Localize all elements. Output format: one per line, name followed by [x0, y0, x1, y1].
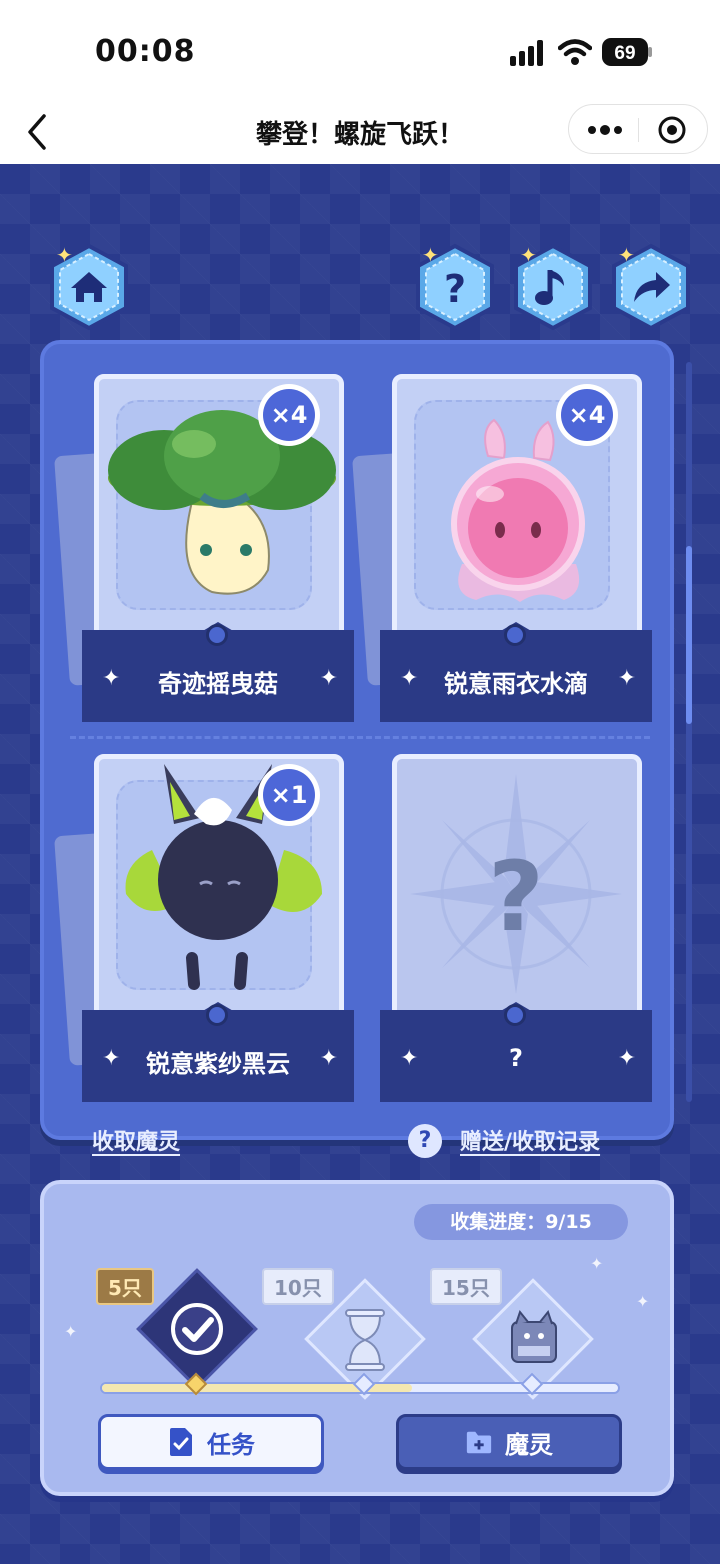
svg-text:✦: ✦	[520, 243, 537, 267]
count-badge: ×1	[258, 764, 320, 826]
reward-tier-3-tag: 15只	[430, 1268, 502, 1305]
music-note-icon: ✦	[514, 243, 592, 331]
battery-icon: 69	[602, 38, 654, 66]
help-icon: ? ✦	[416, 243, 494, 331]
spirit-name: ?	[509, 1044, 523, 1072]
hourglass-icon	[345, 1309, 385, 1371]
sparkle-icon: ✦	[617, 1046, 636, 1071]
home-button[interactable]: ✦	[44, 242, 134, 332]
spirit-button[interactable]: 魔灵	[396, 1414, 622, 1470]
game-area: ✦ ? ✦ ✦ ✦ ×4 ✦ 奇迹摇曳菇 ✦ ×4 ✦ 锐意雨衣水滴 ✦ ×1 …	[0, 164, 720, 1564]
sparkle-icon: ✦	[636, 1292, 650, 1311]
task-button-label: 任务	[207, 1430, 255, 1459]
reward-tier-1-tag: 5只	[96, 1268, 154, 1305]
locked-compass-emblem: ?	[410, 774, 622, 994]
gift-records-link[interactable]: 赠送/收取记录	[460, 1124, 600, 1156]
collection-progress: 收集进度：9/15	[414, 1204, 628, 1240]
more-menu-icon[interactable]	[583, 115, 627, 145]
home-icon: ✦	[50, 243, 128, 331]
spirit-card-4-locked[interactable]: ? ✦ ? ✦	[380, 754, 652, 1104]
svg-text:✦: ✦	[618, 243, 635, 267]
svg-text:✦: ✦	[422, 243, 439, 267]
share-button[interactable]: ✦	[606, 242, 696, 332]
scrollbar-track[interactable]	[686, 362, 692, 1102]
signal-icon	[510, 40, 543, 66]
sparkle-icon: ✦	[617, 666, 636, 691]
battery-level: 69	[614, 43, 635, 64]
spirit-name: 奇迹摇曳菇	[158, 670, 278, 698]
spirit-card-2[interactable]: ×4 ✦ 锐意雨衣水滴 ✦	[352, 374, 652, 724]
svg-text:✦: ✦	[56, 243, 73, 267]
banner-gem	[206, 1004, 228, 1026]
task-document-icon	[170, 1428, 192, 1456]
banner-gem	[206, 624, 228, 646]
add-folder-icon	[466, 1431, 492, 1454]
nav-bar: 攀登！螺旋飞跃！	[0, 100, 720, 164]
count-badge: ×4	[258, 384, 320, 446]
cat-food-box-icon	[511, 1309, 557, 1363]
count-badge: ×4	[556, 384, 618, 446]
mini-program-capsule	[568, 104, 708, 154]
close-mini-program-icon[interactable]	[657, 115, 687, 145]
share-arrow-icon: ✦	[612, 243, 690, 331]
card-row-divider	[70, 736, 650, 739]
status-time: 00:08	[95, 34, 196, 69]
spirit-card-3[interactable]: ×1 ✦ 锐意紫纱黑云 ✦	[54, 754, 354, 1104]
collect-spirit-link[interactable]: 收取魔灵	[92, 1124, 180, 1156]
spirit-card-1[interactable]: ×4 ✦ 奇迹摇曳菇 ✦	[54, 374, 354, 724]
spirit-name: 锐意雨衣水滴	[444, 670, 588, 698]
music-button[interactable]: ✦	[508, 242, 598, 332]
spirit-button-label: 魔灵	[505, 1430, 553, 1459]
spirit-name: 锐意紫纱黑云	[146, 1050, 290, 1078]
sparkle-icon: ✦	[64, 1322, 78, 1341]
checkmark-icon	[171, 1303, 223, 1355]
capsule-divider	[638, 118, 639, 142]
question-mark-icon: ?	[488, 841, 544, 953]
help-button[interactable]: ? ✦	[410, 242, 500, 332]
sparkle-icon: ✦	[590, 1254, 604, 1273]
sparkle-icon: ✦	[319, 666, 338, 691]
banner-gem	[504, 624, 526, 646]
status-bar: 00:08 69	[0, 0, 720, 100]
banner-gem	[504, 1004, 526, 1026]
scrollbar-thumb[interactable]	[686, 546, 692, 724]
sparkle-icon: ✦	[319, 1046, 338, 1071]
help-circle-icon[interactable]: ?	[408, 1124, 442, 1158]
wifi-icon	[558, 39, 592, 65]
task-button[interactable]: 任务	[98, 1414, 324, 1470]
reward-tier-2-tag: 10只	[262, 1268, 334, 1305]
svg-text:?: ?	[444, 267, 466, 311]
